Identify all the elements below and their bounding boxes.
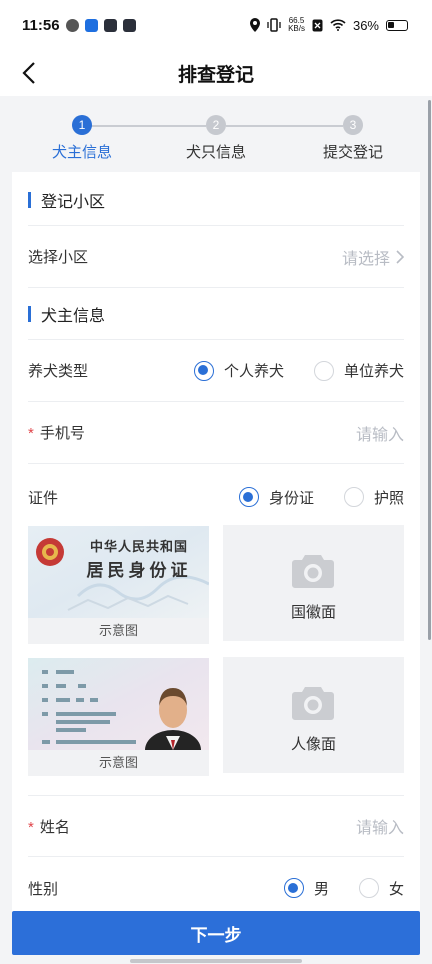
section-accent-bar	[28, 305, 31, 322]
next-step-button[interactable]: 下一步	[12, 911, 420, 955]
name-input[interactable]: 请输入	[356, 814, 404, 838]
camera-icon	[292, 687, 334, 720]
radio-personal[interactable]: 个人养犬	[193, 360, 284, 381]
sample-caption: 示意图	[98, 623, 138, 638]
battery-percent: 36%	[352, 17, 379, 33]
chevron-left-icon	[22, 62, 35, 84]
community-label: 选择小区	[28, 249, 89, 266]
net-speed-unit: KB/s	[288, 24, 305, 33]
step-number: 1	[72, 115, 92, 135]
keeping-type-label: 养犬类型	[28, 363, 89, 380]
net-speed: 66.5 KB/s	[288, 17, 305, 33]
community-placeholder: 请选择	[341, 250, 390, 268]
section-accent-bar	[28, 191, 31, 208]
keeping-type-row: 养犬类型 个人养犬 单位养犬	[28, 340, 404, 402]
keeping-type-radio-group: 个人养犬 单位养犬	[164, 360, 404, 381]
required-asterisk: *	[28, 818, 34, 836]
radio-dot	[238, 487, 259, 507]
alipay-icon	[84, 18, 98, 32]
radio-label: 女	[388, 880, 404, 898]
gender-row: 性别 男 女	[28, 857, 404, 912]
wifi-icon	[330, 19, 346, 31]
no-sim-icon	[312, 19, 323, 31]
id-back-sample-image	[28, 658, 209, 750]
page-title: 排查登记	[177, 64, 254, 86]
scrollbar[interactable]	[428, 100, 431, 640]
radio-dot	[313, 360, 334, 381]
radio-label: 单位养犬	[343, 363, 404, 380]
radio-label: 男	[313, 880, 329, 898]
phone-label: 手机号	[39, 425, 85, 442]
radio-dot	[343, 487, 364, 507]
step-label: 犬只信息	[185, 144, 246, 161]
play-icon	[103, 18, 117, 32]
phone-input[interactable]: 请输入	[356, 421, 404, 445]
message-icon	[122, 18, 136, 32]
community-select[interactable]: 请选择	[342, 245, 404, 269]
phone-label-wrap: * 手机号	[28, 422, 85, 443]
step-label: 提交登记	[322, 144, 383, 161]
step-dog-info[interactable]: 2 犬只信息	[156, 115, 276, 162]
step-owner-info[interactable]: 1 犬主信息	[22, 115, 142, 162]
required-asterisk: *	[28, 425, 34, 442]
radio-dot	[283, 878, 304, 898]
location-icon	[250, 18, 261, 32]
status-time: 11:56	[22, 16, 60, 34]
status-bar: 11:56 66.5 KB/s 36%	[0, 0, 432, 50]
radio-organization[interactable]: 单位养犬	[313, 360, 404, 381]
battery-icon	[386, 19, 408, 31]
stepper: 1 犬主信息 2 犬只信息 3 提交登记	[0, 108, 432, 172]
id-front-sample-image: 中华人民共和国 居民身份证	[28, 526, 209, 618]
back-button[interactable]	[14, 58, 44, 88]
upload-emblem-label: 国徽面	[290, 604, 336, 621]
radio-dot	[358, 878, 379, 898]
status-right: 66.5 KB/s 36%	[250, 17, 408, 33]
step-number: 3	[343, 115, 363, 135]
radio-male[interactable]: 男	[283, 878, 329, 899]
form-card: 登记小区 选择小区 请选择 犬主信息 养犬类型 个人养犬 单位养犬 * 手机号 请…	[12, 172, 420, 912]
app-notification-icon	[65, 18, 79, 32]
radio-female[interactable]: 女	[358, 878, 404, 899]
upload-portrait-label: 人像面	[290, 736, 336, 753]
step-submit[interactable]: 3 提交登记	[293, 115, 413, 162]
id-front-sample: 中华人民共和国 居民身份证 示意图	[28, 526, 209, 644]
name-label: 姓名	[39, 818, 70, 836]
home-indicator[interactable]	[130, 959, 302, 963]
sample-caption: 示意图	[98, 755, 138, 770]
section-title: 犬主信息	[41, 307, 106, 325]
section-owner: 犬主信息	[28, 288, 404, 340]
step-label: 犬主信息	[51, 144, 112, 161]
name-row[interactable]: * 姓名 请输入	[28, 795, 404, 857]
gender-label: 性别	[28, 880, 59, 898]
status-left: 11:56	[22, 17, 136, 34]
cert-row: 证件 身份证 护照	[28, 464, 404, 530]
section-community: 登记小区	[28, 174, 404, 226]
cert-radio-group: 身份证 护照	[209, 487, 404, 508]
radio-label: 身份证	[268, 489, 314, 507]
camera-icon	[292, 555, 334, 588]
name-label-wrap: * 姓名	[28, 816, 70, 837]
id-front-title: 中华人民共和国	[89, 540, 188, 555]
community-row[interactable]: 选择小区 请选择	[28, 226, 404, 288]
step-number: 2	[206, 115, 226, 135]
phone-row[interactable]: * 手机号 请输入	[28, 402, 404, 464]
radio-dot	[193, 360, 214, 381]
radio-id-card[interactable]: 身份证	[238, 487, 314, 508]
radio-label: 护照	[373, 489, 404, 507]
upload-emblem-side[interactable]: 国徽面	[223, 525, 404, 641]
radio-label: 个人养犬	[223, 363, 284, 380]
upload-portrait-side[interactable]: 人像面	[223, 657, 404, 773]
section-title: 登记小区	[41, 193, 106, 211]
vibrate-icon	[267, 18, 281, 32]
id-back-sample: 示意图	[28, 658, 209, 776]
gender-radio-group: 男 女	[254, 878, 404, 899]
chevron-right-icon	[396, 249, 404, 264]
id-back-illustration	[28, 658, 209, 750]
nav-bar: 排查登记	[0, 50, 432, 96]
cert-label: 证件	[28, 489, 59, 507]
radio-passport[interactable]: 护照	[343, 487, 404, 508]
id-front-subtitle: 居民身份证	[86, 561, 192, 581]
